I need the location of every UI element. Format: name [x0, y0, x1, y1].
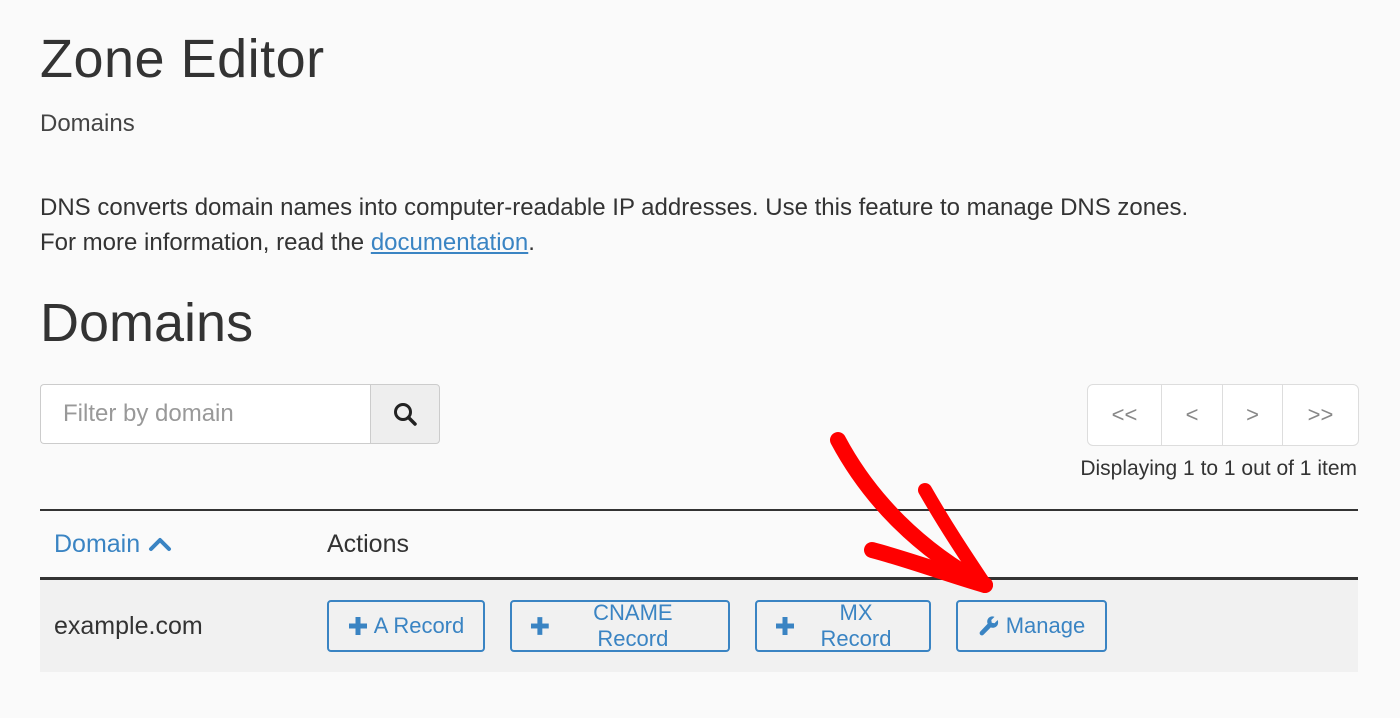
- section-title: Domains: [40, 293, 254, 353]
- plus-icon: [348, 617, 367, 635]
- next-page-button[interactable]: >: [1222, 385, 1282, 445]
- first-page-button[interactable]: <<: [1088, 385, 1161, 445]
- add-cname-record-button[interactable]: CNAME Record: [510, 600, 730, 652]
- add-a-record-button[interactable]: A Record: [327, 600, 485, 652]
- plus-icon: [530, 617, 549, 635]
- domains-table: Domain Actions example.com A Record CNAM…: [40, 509, 1358, 672]
- previous-page-button[interactable]: <: [1161, 385, 1222, 445]
- description-prefix: For more information, read the: [40, 229, 371, 256]
- table-row: example.com A Record CNAME Record MX Rec…: [40, 580, 1358, 672]
- description-line-1: DNS converts domain names into computer-…: [40, 194, 1189, 221]
- pagination-info: Displaying 1 to 1 out of 1 item: [1080, 457, 1357, 480]
- chevron-up-icon: [149, 538, 172, 551]
- column-header-actions: Actions: [327, 529, 409, 558]
- add-mx-record-label: MX Record: [820, 600, 892, 651]
- page-title: Zone Editor: [40, 29, 325, 89]
- row-actions: A Record CNAME Record MX Record Manage: [327, 600, 1107, 652]
- description-line-2: For more information, read the documenta…: [40, 225, 1360, 260]
- page-description: DNS converts domain names into computer-…: [40, 190, 1360, 260]
- wrench-icon: [979, 616, 998, 636]
- plus-icon: [776, 617, 794, 635]
- filter-input[interactable]: [40, 384, 370, 444]
- add-cname-record-label: CNAME Record: [593, 600, 673, 651]
- table-header: Domain Actions: [40, 509, 1358, 580]
- domain-filter: [40, 384, 440, 444]
- manage-label: Manage: [1005, 613, 1086, 638]
- page-subtitle: Domains: [40, 110, 135, 137]
- domain-cell: example.com: [54, 611, 203, 640]
- search-button[interactable]: [370, 384, 440, 444]
- search-icon: [394, 403, 417, 426]
- add-mx-record-button[interactable]: MX Record: [755, 600, 931, 652]
- description-suffix: .: [528, 229, 535, 256]
- last-page-button[interactable]: >>: [1282, 385, 1358, 445]
- pagination: << < > >>: [1087, 384, 1359, 446]
- column-header-domain[interactable]: Domain: [40, 530, 327, 559]
- column-domain-label: Domain: [54, 529, 141, 558]
- add-a-record-label: A Record: [373, 613, 465, 638]
- manage-button[interactable]: Manage: [956, 600, 1107, 652]
- documentation-link[interactable]: documentation: [371, 229, 528, 256]
